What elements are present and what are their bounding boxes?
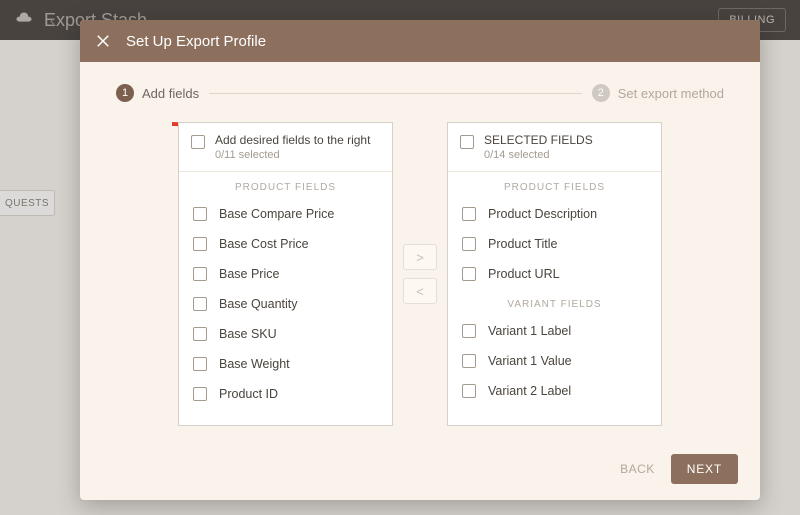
list-item[interactable]: Variant 1 Value — [448, 346, 661, 376]
list-item[interactable]: Base Weight — [179, 349, 392, 379]
modal-body: 1 Add fields 2 Set export method — [80, 62, 760, 440]
item-label: Product Description — [488, 207, 597, 221]
move-right-button[interactable]: > — [403, 244, 437, 270]
panel-subtitle: 0/11 selected — [215, 149, 370, 161]
step-label: Set export method — [618, 86, 724, 101]
list-item[interactable]: Variant 2 Label — [448, 376, 661, 406]
checkbox[interactable] — [193, 357, 207, 371]
list-item[interactable]: Base SKU — [179, 319, 392, 349]
next-button[interactable]: NEXT — [671, 454, 738, 484]
step-number: 1 — [116, 84, 134, 102]
checkbox[interactable] — [462, 324, 476, 338]
item-label: Variant 1 Label — [488, 324, 571, 338]
move-left-button[interactable]: < — [403, 278, 437, 304]
export-profile-modal: Set Up Export Profile 1 Add fields 2 Set… — [80, 20, 760, 500]
checkbox[interactable] — [462, 267, 476, 281]
step-export-method[interactable]: 2 Set export method — [592, 84, 724, 102]
step-label: Add fields — [142, 86, 199, 101]
item-label: Base Quantity — [219, 297, 298, 311]
item-label: Base Compare Price — [219, 207, 334, 221]
checkbox[interactable] — [193, 327, 207, 341]
item-label: Base Cost Price — [219, 237, 309, 251]
item-label: Base Weight — [219, 357, 290, 371]
panel-title: Add desired fields to the right — [215, 133, 370, 147]
checkbox[interactable] — [462, 207, 476, 221]
available-fields-panel: Add desired fields to the right 0/11 sel… — [178, 122, 393, 426]
item-label: Product URL — [488, 267, 560, 281]
panel-scroll[interactable]: PRODUCT FIELDS Product Description Produ… — [448, 172, 661, 425]
checkbox[interactable] — [462, 237, 476, 251]
group-label: PRODUCT FIELDS — [448, 172, 661, 199]
selected-fields-panel: SELECTED FIELDS 0/14 selected PRODUCT FI… — [447, 122, 662, 426]
panel-scroll[interactable]: PRODUCT FIELDS Base Compare Price Base C… — [179, 172, 392, 425]
close-icon[interactable] — [94, 32, 112, 50]
list-item[interactable]: Base Cost Price — [179, 229, 392, 259]
group-label: VARIANT FIELDS — [448, 289, 661, 316]
checkbox[interactable] — [462, 384, 476, 398]
checkbox[interactable] — [193, 267, 207, 281]
panel-header: SELECTED FIELDS 0/14 selected — [448, 123, 661, 172]
modal-title: Set Up Export Profile — [126, 33, 266, 50]
transfer-buttons: > < — [403, 122, 437, 426]
checkbox[interactable] — [193, 387, 207, 401]
checkbox[interactable] — [462, 354, 476, 368]
item-label: Variant 2 Label — [488, 384, 571, 398]
list-item[interactable]: Base Price — [179, 259, 392, 289]
item-label: Variant 1 Value — [488, 354, 572, 368]
panel-subtitle: 0/14 selected — [484, 149, 593, 161]
list-item[interactable]: Product URL — [448, 259, 661, 289]
step-add-fields[interactable]: 1 Add fields — [116, 84, 199, 102]
item-label: Product Title — [488, 237, 557, 251]
panel-title: SELECTED FIELDS — [484, 133, 593, 147]
list-item[interactable]: Product Title — [448, 229, 661, 259]
field-picker: Add desired fields to the right 0/11 sel… — [116, 122, 724, 430]
group-label: PRODUCT FIELDS — [179, 172, 392, 199]
step-number: 2 — [592, 84, 610, 102]
modal-footer: BACK NEXT — [80, 440, 760, 500]
select-all-checkbox[interactable] — [191, 135, 205, 149]
item-label: Base Price — [219, 267, 279, 281]
list-item[interactable]: Product ID — [179, 379, 392, 409]
stepper: 1 Add fields 2 Set export method — [116, 84, 724, 102]
checkbox[interactable] — [193, 237, 207, 251]
list-item[interactable]: Product Description — [448, 199, 661, 229]
step-divider — [209, 93, 582, 94]
item-label: Product ID — [219, 387, 278, 401]
modal-header: Set Up Export Profile — [80, 20, 760, 62]
list-item[interactable]: Variant 1 Label — [448, 316, 661, 346]
list-item[interactable]: Base Compare Price — [179, 199, 392, 229]
checkbox[interactable] — [193, 207, 207, 221]
item-label: Base SKU — [219, 327, 277, 341]
back-button[interactable]: BACK — [620, 454, 655, 484]
checkbox[interactable] — [193, 297, 207, 311]
list-item[interactable]: Base Quantity — [179, 289, 392, 319]
select-all-checkbox[interactable] — [460, 135, 474, 149]
panel-header: Add desired fields to the right 0/11 sel… — [179, 123, 392, 172]
